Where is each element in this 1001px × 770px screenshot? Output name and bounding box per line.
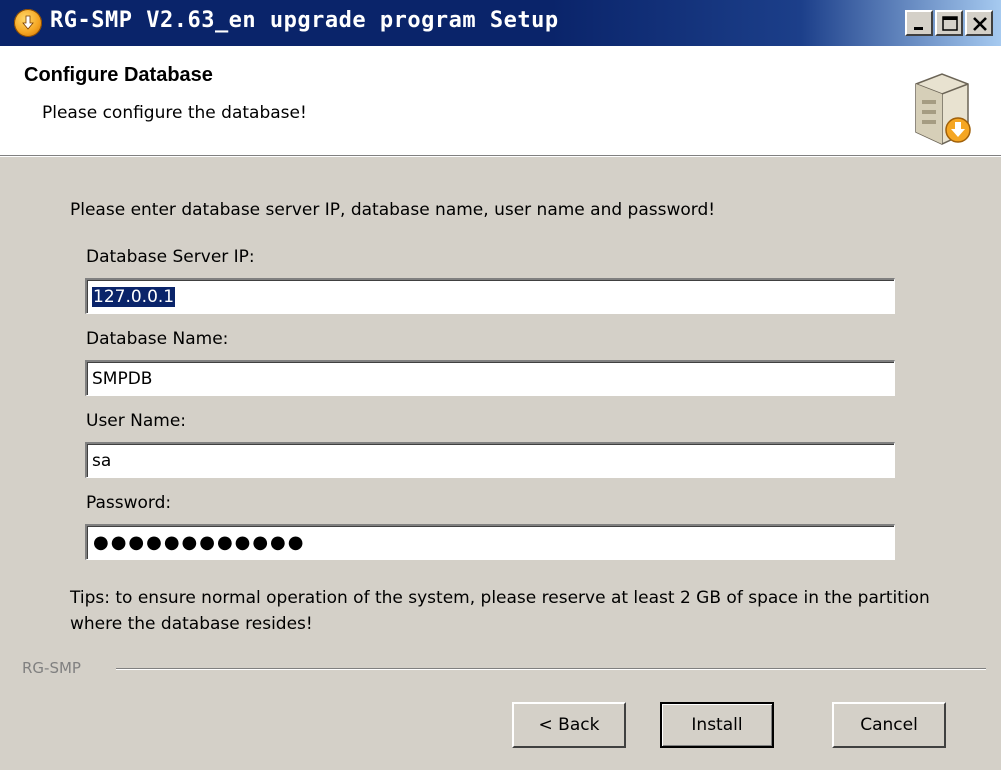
installer-download-icon	[14, 9, 42, 37]
window-title: RG-SMP V2.63_en upgrade program Setup	[50, 8, 559, 33]
close-button[interactable]	[965, 10, 993, 36]
database-name-input[interactable]: SMPDB	[85, 360, 895, 396]
instruction-text: Please enter database server IP, databas…	[70, 200, 716, 220]
maximize-icon	[942, 16, 958, 31]
database-name-label: Database Name:	[86, 329, 229, 349]
page-subtitle: Please configure the database!	[42, 103, 307, 123]
server-ip-value: 127.0.0.1	[92, 287, 176, 307]
tips-text: Tips: to ensure normal operation of the …	[70, 588, 930, 634]
maximize-button[interactable]	[935, 10, 963, 36]
minimize-button[interactable]	[905, 10, 933, 36]
header-divider	[0, 156, 1001, 157]
brand-divider	[116, 668, 986, 670]
server-ip-input[interactable]: 127.0.0.1	[85, 278, 895, 314]
page-title: Configure Database	[24, 64, 213, 86]
close-icon	[973, 17, 987, 31]
user-name-label: User Name:	[86, 411, 187, 431]
header-panel: Configure Database Please configure the …	[0, 46, 1001, 156]
database-name-value: SMPDB	[92, 369, 153, 389]
back-button[interactable]: < Back	[512, 702, 626, 748]
brand-label: RG-SMP	[22, 659, 81, 677]
setup-window: RG-SMP V2.63_en upgrade program Setup Co…	[0, 0, 1001, 770]
install-button[interactable]: Install	[660, 702, 774, 748]
user-name-input[interactable]: sa	[85, 442, 895, 478]
password-label: Password:	[86, 493, 172, 513]
user-name-value: sa	[92, 451, 112, 471]
title-bar[interactable]: RG-SMP V2.63_en upgrade program Setup	[0, 0, 1001, 46]
cancel-button[interactable]: Cancel	[832, 702, 946, 748]
setup-box-icon	[915, 73, 971, 145]
password-masked-value: ●●●●●●●●●●●●	[93, 532, 306, 553]
server-ip-label: Database Server IP:	[86, 247, 255, 267]
password-input[interactable]: ●●●●●●●●●●●●	[85, 524, 895, 560]
minimize-icon	[914, 27, 923, 30]
